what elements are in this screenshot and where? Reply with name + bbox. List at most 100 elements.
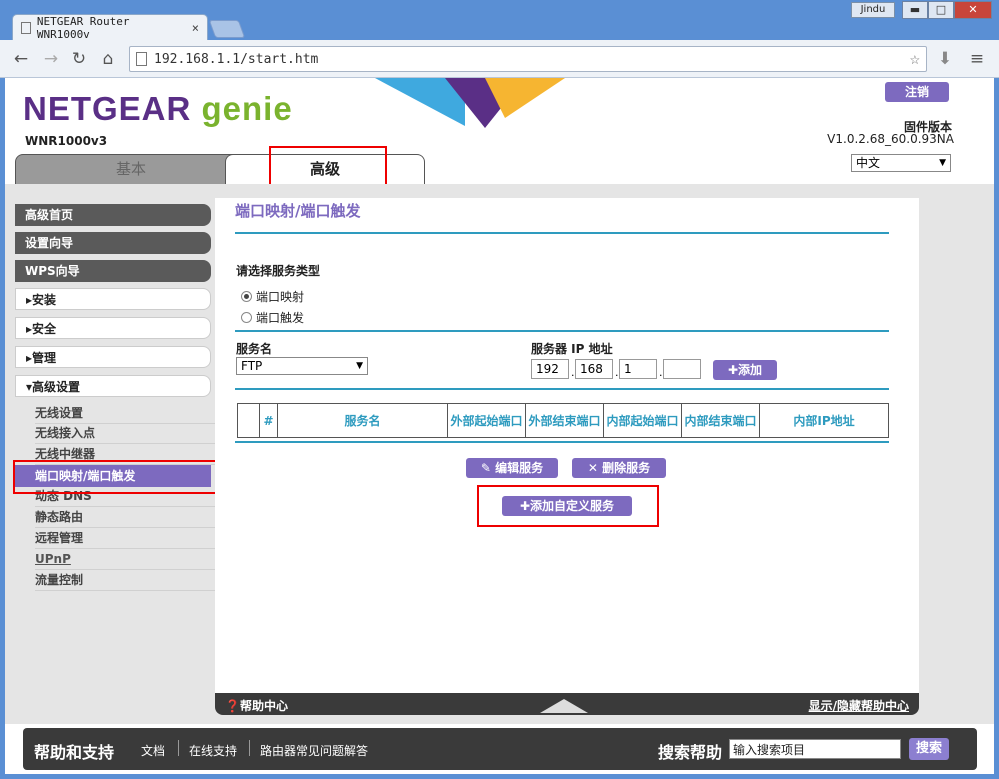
- service-type-label: 请选择服务类型: [236, 264, 321, 278]
- close-window-button[interactable]: ✕: [954, 1, 992, 19]
- menu-icon[interactable]: ≡: [966, 48, 988, 70]
- ip-dot: .: [571, 366, 575, 379]
- body: 高级首页 设置向导 WPS向导 ▸安装 ▸安全 ▸管理 ▾高级设置 无线设置 无…: [5, 184, 994, 724]
- ip-octet-2[interactable]: 168: [575, 359, 613, 379]
- user-badge[interactable]: Jindu: [851, 2, 895, 18]
- ip-octet-4[interactable]: [663, 359, 701, 379]
- firmware-version: V1.0.2.68_60.0.93NA: [827, 132, 954, 146]
- maximize-button[interactable]: □: [928, 1, 954, 19]
- radio-port-forwarding[interactable]: 端口映射: [241, 288, 304, 305]
- new-tab-button[interactable]: [208, 20, 246, 38]
- router-page: NETGEAR genie WNR1000v3 注销 固件版本 V1.0.2.6…: [5, 78, 994, 774]
- divider: [235, 441, 889, 443]
- ip-octet-3[interactable]: 1: [619, 359, 657, 379]
- highlight-box: [269, 146, 387, 188]
- table-header: [237, 403, 260, 438]
- sidebar-item-security[interactable]: ▸安全: [15, 317, 211, 339]
- table-header-row: # 服务名 外部起始端口 外部结束端口 内部起始端口 内部结束端口 内部IP地址: [237, 403, 889, 438]
- sidebar-sub-remote-mgmt[interactable]: 远程管理: [35, 529, 215, 549]
- dropdown-arrow-icon: ▼: [939, 158, 946, 168]
- sidebar-item-setup-wizard[interactable]: 设置向导: [15, 232, 211, 254]
- footer-separator: [249, 740, 250, 756]
- sidebar-sub-traffic[interactable]: 流量控制: [35, 571, 215, 591]
- footer-link-online-support[interactable]: 在线支持: [189, 742, 237, 759]
- edit-service-button[interactable]: ✎ 编辑服务: [466, 458, 558, 478]
- reload-icon[interactable]: ↻: [68, 48, 90, 70]
- tab-title: NETGEAR Router WNR1000v: [36, 14, 130, 41]
- help-toggle-arrow-icon[interactable]: [540, 699, 588, 713]
- sidebar-item-advanced-home[interactable]: 高级首页: [15, 204, 211, 226]
- service-name-label: 服务名: [236, 342, 273, 356]
- tab-basic[interactable]: 基本: [15, 154, 247, 184]
- browser-tab[interactable]: NETGEAR Router WNR1000v ×: [12, 14, 208, 41]
- home-icon[interactable]: ⌂: [97, 48, 119, 70]
- extension-icon[interactable]: ⬇: [934, 48, 956, 70]
- page-title: 端口映射/端口触发: [235, 202, 361, 220]
- footer-link-faq[interactable]: 路由器常见问题解答: [260, 742, 368, 759]
- sidebar-item-setup[interactable]: ▸安装: [15, 288, 211, 310]
- server-ip-label: 服务器 IP 地址: [531, 342, 613, 356]
- radio-port-triggering[interactable]: 端口触发: [241, 309, 304, 326]
- footer-link-docs[interactable]: 文档: [141, 742, 165, 759]
- highlight-box: [477, 485, 659, 527]
- radio-selected-icon: [241, 291, 252, 302]
- help-bar: ❓帮助中心 显示/隐藏帮助中心: [215, 693, 919, 715]
- bookmark-star-icon[interactable]: ☆: [910, 49, 920, 69]
- tab-close-icon[interactable]: ×: [192, 21, 199, 35]
- sidebar: 高级首页 设置向导 WPS向导 ▸安装 ▸安全 ▸管理 ▾高级设置 无线设置 无…: [5, 184, 218, 724]
- sidebar-sub-wireless[interactable]: 无线设置: [35, 404, 215, 424]
- services-table: # 服务名 外部起始端口 外部结束端口 内部起始端口 内部结束端口 内部IP地址: [237, 403, 889, 438]
- table-header: 服务名: [277, 403, 448, 438]
- language-select[interactable]: 中文 ▼: [851, 154, 951, 172]
- table-header: 内部结束端口: [681, 403, 760, 438]
- browser-window: NETGEAR Router WNR1000v × Jindu ▬ □ ✕ ← …: [0, 0, 999, 779]
- minimize-button[interactable]: ▬: [902, 1, 928, 19]
- sidebar-sub-upnp[interactable]: UPnP: [35, 550, 215, 570]
- add-button[interactable]: ✚添加: [713, 360, 777, 380]
- dropdown-arrow-icon: ▼: [356, 361, 363, 371]
- forward-arrow-icon[interactable]: →: [40, 48, 62, 70]
- search-button[interactable]: 搜索: [909, 738, 949, 760]
- table-header: 外部起始端口: [447, 403, 526, 438]
- divider: [235, 330, 889, 332]
- toggle-help-link[interactable]: 显示/隐藏帮助中心: [809, 697, 909, 714]
- footer: 帮助和支持 文档 在线支持 路由器常见问题解答 搜索帮助 输入搜索项目 搜索: [5, 724, 994, 774]
- title-bar: NETGEAR Router WNR1000v × Jindu ▬ □ ✕: [0, 0, 999, 41]
- decoration-triangle: [485, 78, 565, 118]
- table-header: 外部结束端口: [525, 403, 604, 438]
- page-icon: [21, 21, 31, 34]
- header: NETGEAR genie WNR1000v3 注销 固件版本 V1.0.2.6…: [5, 78, 994, 188]
- back-arrow-icon[interactable]: ←: [10, 48, 32, 70]
- table-header: 内部IP地址: [759, 403, 889, 438]
- address-bar[interactable]: 192.168.1.1/start.htm ☆: [129, 46, 927, 72]
- sidebar-sub-static-routes[interactable]: 静态路由: [35, 508, 215, 528]
- support-title: 帮助和支持: [34, 743, 115, 762]
- sidebar-item-advanced-setup[interactable]: ▾高级设置: [15, 375, 211, 397]
- radio-unselected-icon: [241, 312, 252, 323]
- table-header: 内部起始端口: [603, 403, 682, 438]
- sidebar-sub-ap[interactable]: 无线接入点: [35, 424, 215, 444]
- search-help-label: 搜索帮助: [658, 743, 723, 762]
- page-icon: [136, 52, 147, 66]
- ip-dot: .: [659, 366, 663, 379]
- netgear-logo: NETGEAR genie: [23, 90, 293, 127]
- delete-service-button[interactable]: ✕ 删除服务: [572, 458, 666, 478]
- footer-separator: [178, 740, 179, 756]
- service-name-select[interactable]: FTP ▼: [236, 357, 368, 375]
- ip-octet-1[interactable]: 192: [531, 359, 569, 379]
- support-bar: 帮助和支持 文档 在线支持 路由器常见问题解答 搜索帮助 输入搜索项目 搜索: [23, 728, 977, 770]
- model-name: WNR1000v3: [25, 134, 108, 148]
- main-content: 端口映射/端口触发 请选择服务类型 端口映射 端口触发 服务名 FTP ▼ 服务器…: [215, 198, 919, 693]
- url-text: 192.168.1.1/start.htm: [154, 51, 319, 67]
- browser-toolbar: ← → ↻ ⌂ 192.168.1.1/start.htm ☆ ⬇ ≡: [0, 40, 999, 78]
- logout-button[interactable]: 注销: [885, 82, 949, 102]
- highlight-box: [13, 460, 218, 494]
- sidebar-item-admin[interactable]: ▸管理: [15, 346, 211, 368]
- sidebar-item-wps-wizard[interactable]: WPS向导: [15, 260, 211, 282]
- divider: [235, 232, 889, 234]
- divider: [235, 388, 889, 390]
- table-header: #: [259, 403, 278, 438]
- help-center-label[interactable]: ❓帮助中心: [225, 697, 288, 714]
- ip-dot: .: [615, 366, 619, 379]
- search-input[interactable]: 输入搜索项目: [729, 739, 901, 759]
